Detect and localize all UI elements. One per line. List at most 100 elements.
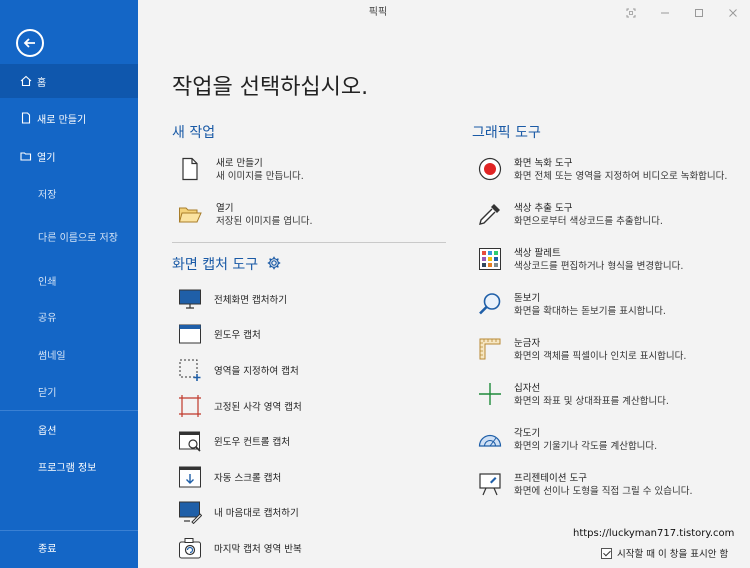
minimize-button[interactable]	[648, 0, 682, 26]
maximize-icon	[695, 9, 703, 17]
page-title: 작업을 선택하십시오.	[172, 75, 369, 100]
sidebar-item-label: 열기	[37, 152, 56, 164]
sidebar-item-new[interactable]: 새로 만들기	[0, 101, 138, 135]
dont-show-checkbox[interactable]: 시작할 때 이 창을 표시안 함	[601, 546, 728, 560]
capture-region[interactable]: 영역을 지정하여 캡처	[178, 358, 299, 382]
record-icon	[478, 157, 502, 181]
sidebar-item-save[interactable]: 저장	[0, 176, 138, 210]
monitor-icon	[179, 289, 201, 309]
capture-label: 자동 스크롤 캡처	[214, 473, 282, 484]
protractor-icon	[478, 434, 502, 447]
region-select-icon	[179, 359, 201, 381]
close-button[interactable]	[716, 0, 750, 26]
graphic-color-palette[interactable]: 색상 팔레트 색상코드를 편집하거나 형식을 변경합니다.	[478, 247, 683, 273]
item-title: 십자선	[514, 383, 541, 394]
sidebar-item-label: 종료	[38, 543, 57, 555]
item-desc: 화면의 객체를 픽셀이나 인치로 표시합니다.	[514, 351, 687, 362]
sidebar-item-thumbnail[interactable]: 썸네일	[0, 337, 138, 371]
folder-icon	[20, 152, 32, 161]
item-desc: 화면 전체 또는 영역을 지정하여 비디오로 녹화합니다.	[514, 171, 728, 182]
capture-window[interactable]: 윈도우 캡처	[178, 322, 261, 346]
capture-window-control[interactable]: 윈도우 컨트롤 캡처	[178, 429, 290, 453]
close-icon	[729, 9, 737, 17]
graphic-screen-record[interactable]: 화면 녹화 도구 화면 전체 또는 영역을 지정하여 비디오로 녹화합니다.	[478, 157, 727, 183]
checkbox-box[interactable]	[601, 547, 612, 559]
eyedropper-icon	[479, 204, 500, 225]
section-title-text: 화면 캡처 도구	[172, 257, 259, 273]
sidebar-item-print[interactable]: 인쇄	[0, 263, 138, 297]
item-desc: 새 이미지를 만듭니다.	[216, 171, 304, 182]
item-desc: 화면의 좌표 및 상대좌표를 계산합니다.	[514, 396, 669, 407]
sidebar-item-about[interactable]: 프로그램 정보	[0, 449, 138, 483]
window-title: 픽픽	[368, 7, 388, 18]
item-desc: 저장된 이미지를 엽니다.	[216, 216, 313, 227]
section-title-new-task: 새 작업	[172, 125, 216, 141]
capture-label: 영역을 지정하여 캡처	[214, 366, 299, 377]
open-folder-icon	[178, 207, 202, 223]
capture-label: 윈도우 캡처	[214, 330, 261, 341]
section-title-capture: 화면 캡처 도구	[172, 254, 281, 274]
item-title: 화면 녹화 도구	[514, 158, 573, 169]
arrow-left-icon	[23, 38, 35, 48]
capture-label: 전체화면 캡처하기	[214, 295, 287, 306]
gear-icon[interactable]	[267, 256, 281, 270]
palette-icon	[479, 248, 501, 270]
capture-fullscreen[interactable]: 전체화면 캡처하기	[178, 287, 287, 311]
sidebar-item-label: 저장	[38, 189, 57, 201]
item-title: 새로 만들기	[216, 158, 263, 169]
graphic-ruler[interactable]: 눈금자 화면의 객체를 픽셀이나 인치로 표시합니다.	[478, 337, 686, 363]
capture-label: 윈도우 컨트롤 캡처	[214, 437, 290, 448]
sidebar-divider	[0, 410, 138, 411]
graphic-magnifier[interactable]: 돋보기 화면을 확대하는 돋보기를 표시합니다.	[478, 292, 666, 318]
item-title: 열기	[216, 203, 234, 214]
freehand-capture-icon	[179, 501, 202, 524]
capture-label: 고정된 사각 영역 캡처	[214, 402, 302, 413]
item-title: 눈금자	[514, 338, 541, 349]
graphic-crosshair[interactable]: 십자선 화면의 좌표 및 상대좌표를 계산합니다.	[478, 382, 669, 408]
sidebar-item-exit[interactable]: 종료	[0, 530, 138, 564]
capture-repeat-last[interactable]: 마지막 캡처 영역 반복	[178, 536, 302, 560]
new-file-icon	[21, 112, 31, 124]
sidebar: 홈 새로 만들기 열기 저장 다른 이름으로 저장 인쇄 공유 썸네일 닫기 옵…	[0, 0, 138, 568]
graphic-presentation[interactable]: 프리젠테이션 도구 화면에 선이나 도형을 직접 그릴 수 있습니다.	[478, 472, 692, 498]
capture-label: 마지막 캡처 영역 반복	[214, 544, 302, 555]
sidebar-item-label: 닫기	[38, 387, 57, 399]
item-desc: 색상코드를 편집하거나 형식을 변경합니다.	[514, 261, 684, 272]
item-title: 돋보기	[514, 293, 541, 304]
item-desc: 화면을 확대하는 돋보기를 표시합니다.	[514, 306, 666, 317]
minimize-icon	[661, 12, 669, 14]
home-icon	[20, 75, 32, 87]
new-image-item[interactable]: 새로 만들기 새 이미지를 만듭니다.	[178, 157, 304, 183]
item-desc: 화면에 선이나 도형을 직접 그릴 수 있습니다.	[514, 486, 693, 497]
camera-icon	[179, 538, 201, 559]
sidebar-item-save-as[interactable]: 다른 이름으로 저장	[0, 219, 138, 253]
section-divider	[172, 242, 446, 243]
fullscreen-button[interactable]	[614, 0, 648, 26]
window-controls	[614, 0, 750, 26]
sidebar-item-open[interactable]: 열기	[0, 139, 138, 173]
sidebar-item-label: 썸네일	[38, 350, 66, 362]
capture-freehand[interactable]: 내 마음대로 캡처하기	[178, 500, 299, 524]
capture-auto-scroll[interactable]: 자동 스크롤 캡처	[178, 465, 281, 489]
back-button[interactable]	[16, 29, 44, 57]
sidebar-item-options[interactable]: 옵션	[0, 412, 138, 446]
sidebar-item-label: 다른 이름으로 저장	[38, 232, 118, 244]
checkbox-label: 시작할 때 이 창을 표시안 함	[617, 549, 729, 560]
item-title: 색상 팔레트	[514, 248, 561, 259]
graphic-protractor[interactable]: 각도기 화면의 기울기나 각도를 계산합니다.	[478, 427, 657, 453]
sidebar-item-home[interactable]: 홈	[0, 64, 138, 98]
sidebar-item-label: 인쇄	[38, 276, 57, 288]
sidebar-item-share[interactable]: 공유	[0, 299, 138, 333]
fixed-region-icon	[179, 395, 201, 417]
sidebar-item-label: 프로그램 정보	[38, 462, 97, 474]
graphic-color-picker[interactable]: 색상 추출 도구 화면으로부터 색상코드를 추출합니다.	[478, 202, 663, 228]
open-image-item[interactable]: 열기 저장된 이미지를 엽니다.	[178, 202, 312, 228]
window-icon	[179, 324, 201, 344]
scroll-capture-icon	[179, 466, 201, 488]
sidebar-item-close[interactable]: 닫기	[0, 374, 138, 408]
capture-fixed-region[interactable]: 고정된 사각 영역 캡처	[178, 394, 302, 418]
sidebar-item-label: 공유	[38, 312, 57, 324]
new-file-icon	[182, 157, 198, 181]
maximize-button[interactable]	[682, 0, 716, 26]
item-title: 각도기	[514, 428, 541, 439]
